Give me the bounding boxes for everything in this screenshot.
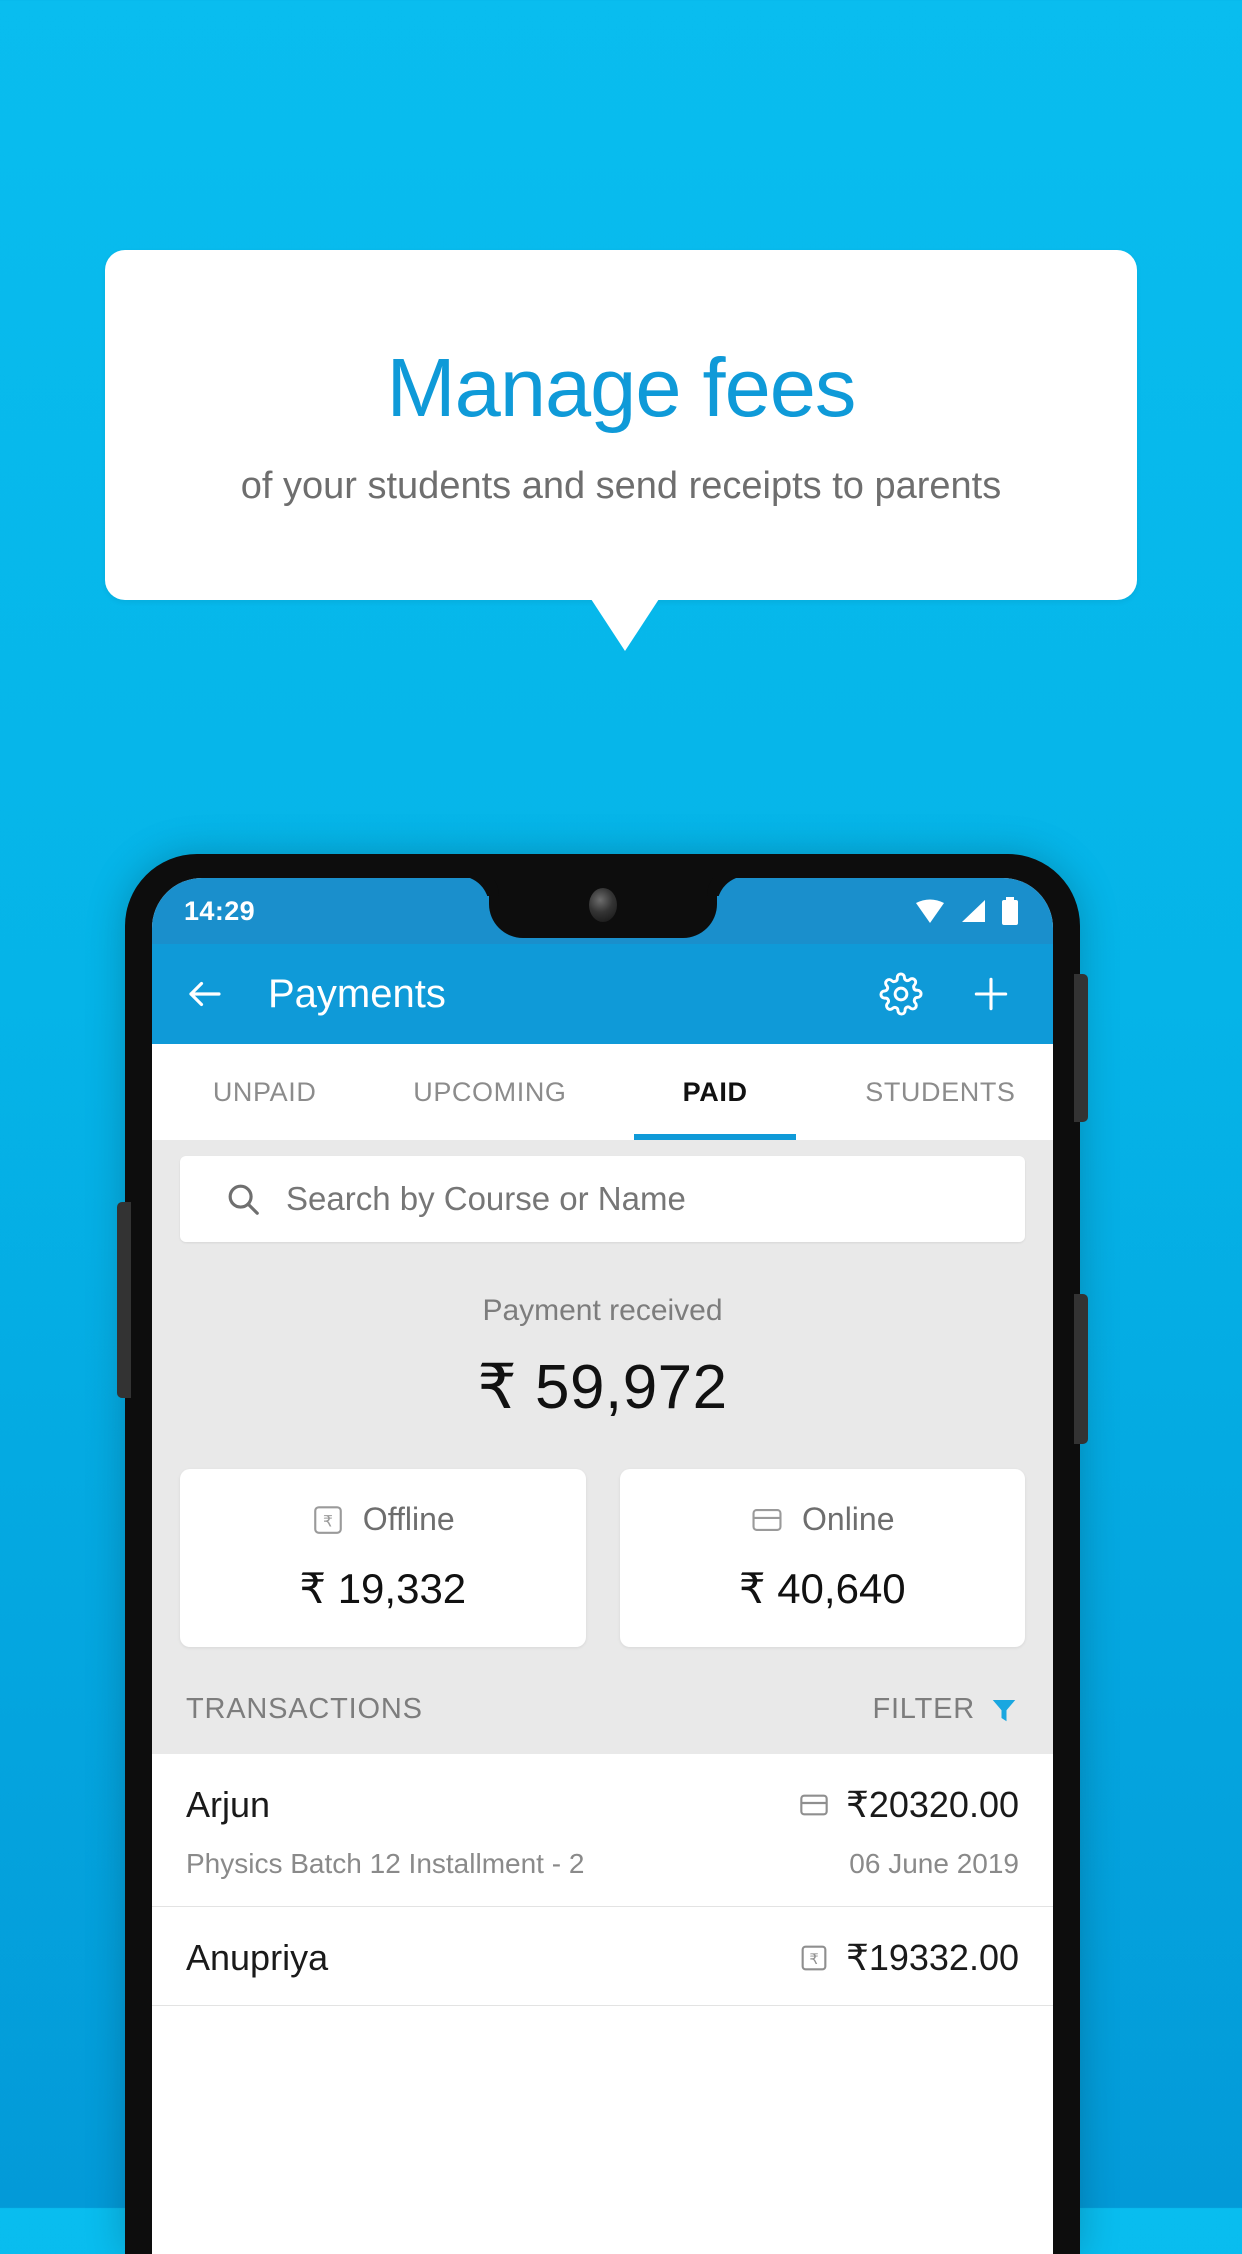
filter-button[interactable]: FILTER bbox=[872, 1693, 1019, 1726]
phone-volume-button[interactable] bbox=[117, 1202, 131, 1398]
filter-label: FILTER bbox=[872, 1693, 975, 1725]
transaction-amount-group: ₹ ₹19332.00 bbox=[798, 1937, 1019, 1979]
transaction-name: Arjun bbox=[186, 1784, 271, 1825]
phone-assistant-button[interactable] bbox=[1074, 1294, 1088, 1444]
app-bar-actions bbox=[879, 972, 1021, 1016]
search-bar[interactable]: Search by Course or Name bbox=[180, 1156, 1025, 1242]
tab-students[interactable]: STUDENTS bbox=[828, 1044, 1053, 1140]
battery-icon bbox=[1001, 897, 1019, 925]
content-area: Search by Course or Name Payment receive… bbox=[152, 1140, 1053, 2006]
funnel-icon bbox=[989, 1695, 1019, 1725]
front-camera bbox=[588, 888, 617, 922]
tab-bar: UNPAID UPCOMING PAID STUDENTS bbox=[152, 1044, 1053, 1140]
credit-card-icon bbox=[750, 1503, 784, 1537]
online-card[interactable]: Online ₹ 40,640 bbox=[619, 1469, 1026, 1647]
transaction-primary-line: Anupriya ₹ ₹19332.00 bbox=[186, 1937, 1019, 1979]
transaction-secondary-line: Physics Batch 12 Installment - 2 06 June… bbox=[186, 1848, 1019, 1880]
phone-power-button[interactable] bbox=[1074, 974, 1088, 1122]
status-bar: 14:29 bbox=[152, 878, 1053, 944]
status-time: 14:29 bbox=[184, 895, 256, 926]
online-card-head: Online bbox=[620, 1501, 1026, 1538]
promo-title: Manage fees bbox=[386, 340, 857, 434]
transaction-amount: ₹20320.00 bbox=[845, 1784, 1019, 1825]
plus-icon[interactable] bbox=[969, 972, 1013, 1016]
transactions-title: TRANSACTIONS bbox=[186, 1693, 423, 1725]
search-section: Search by Course or Name bbox=[152, 1140, 1053, 1242]
payment-received-label: Payment received bbox=[482, 1294, 723, 1327]
app-bar: Payments bbox=[152, 944, 1053, 1044]
search-icon bbox=[224, 1180, 262, 1218]
credit-card-icon bbox=[798, 1789, 830, 1821]
offline-card-amount: ₹ 19,332 bbox=[299, 1565, 467, 1612]
online-card-amount: ₹ 40,640 bbox=[738, 1565, 906, 1612]
rupee-box-icon: ₹ bbox=[798, 1942, 830, 1974]
transaction-date: 06 June 2019 bbox=[849, 1848, 1019, 1879]
wifi-icon bbox=[915, 898, 945, 924]
transaction-description: Physics Batch 12 Installment - 2 bbox=[186, 1848, 585, 1879]
payment-received-amount: ₹ 59,972 bbox=[477, 1353, 728, 1422]
offline-card[interactable]: ₹ Offline ₹ 19,332 bbox=[180, 1469, 586, 1647]
tab-paid[interactable]: PAID bbox=[603, 1044, 828, 1140]
phone-screen: 14:29 Payments UNPAID UPCOMING PAID STUD… bbox=[152, 878, 1053, 2254]
status-icons bbox=[915, 897, 1027, 925]
tab-upcoming[interactable]: UPCOMING bbox=[377, 1044, 602, 1140]
promo-bubble: Manage fees of your students and send re… bbox=[105, 250, 1137, 600]
svg-text:₹: ₹ bbox=[323, 1512, 333, 1530]
app-bar-title: Payments bbox=[268, 971, 446, 1016]
online-card-label: Online bbox=[802, 1501, 895, 1537]
transaction-primary-line: Arjun ₹20320.00 bbox=[186, 1784, 1019, 1826]
payment-summary: Payment received ₹ 59,972 bbox=[152, 1242, 1053, 1433]
svg-text:₹: ₹ bbox=[809, 1951, 818, 1968]
transaction-amount: ₹19332.00 bbox=[845, 1937, 1019, 1978]
table-row[interactable]: Arjun ₹20320.00 Physics Batch 12 Install… bbox=[152, 1754, 1053, 1907]
method-cards: ₹ Offline ₹ 19,332 Online ₹ 40,640 bbox=[152, 1433, 1053, 1647]
signal-icon bbox=[959, 898, 987, 924]
back-arrow-icon[interactable] bbox=[184, 973, 226, 1015]
promo-bubble-tail bbox=[591, 599, 659, 651]
tab-unpaid[interactable]: UNPAID bbox=[152, 1044, 377, 1140]
offline-card-head: ₹ Offline bbox=[180, 1501, 586, 1538]
transaction-amount-group: ₹20320.00 bbox=[798, 1784, 1019, 1826]
gear-icon[interactable] bbox=[879, 972, 923, 1016]
phone-notch bbox=[488, 878, 717, 938]
table-row[interactable]: Anupriya ₹ ₹19332.00 bbox=[152, 1907, 1053, 2006]
offline-card-label: Offline bbox=[362, 1501, 455, 1537]
transactions-header: TRANSACTIONS FILTER bbox=[152, 1647, 1053, 1754]
rupee-box-icon: ₹ bbox=[311, 1503, 345, 1537]
promo-subtitle: of your students and send receipts to pa… bbox=[240, 464, 1002, 507]
transaction-list: Arjun ₹20320.00 Physics Batch 12 Install… bbox=[152, 1754, 1053, 2006]
transaction-name: Anupriya bbox=[186, 1937, 329, 1978]
phone-mockup: 14:29 Payments UNPAID UPCOMING PAID STUD… bbox=[117, 854, 1088, 2254]
search-input[interactable]: Search by Course or Name bbox=[286, 1180, 686, 1218]
